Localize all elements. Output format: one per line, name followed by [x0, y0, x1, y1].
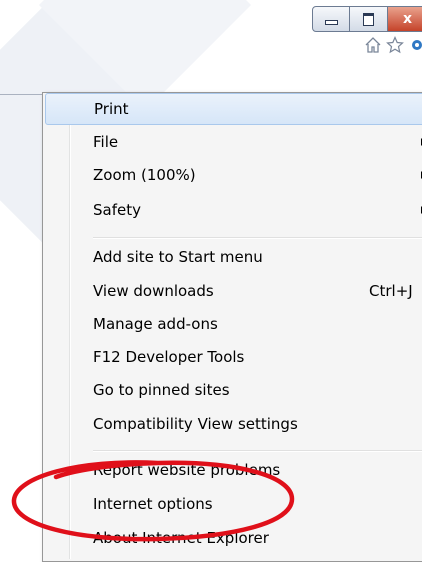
- menu-item-f12-developer-tools[interactable]: F12 Developer Tools: [45, 341, 422, 373]
- divider: [0, 94, 42, 95]
- menu-item-label: Print: [94, 100, 129, 118]
- menu-item-compatibility-view-settings[interactable]: Compatibility View settings: [45, 408, 422, 440]
- star-icon[interactable]: [386, 36, 404, 54]
- menu-item-label: View downloads: [93, 282, 214, 300]
- menu-item-add-site-to-start-menu[interactable]: Add site to Start menu: [45, 241, 422, 273]
- menu-item-label: File: [93, 133, 119, 151]
- close-icon: x: [402, 11, 413, 27]
- menu-item-safety[interactable]: Safety: [45, 194, 422, 226]
- command-bar-icons: [364, 36, 422, 54]
- maximize-icon: [363, 12, 374, 26]
- tools-menu: Print File Zoom (100%) Safety Add site t…: [42, 92, 422, 562]
- menu-item-label: Manage add-ons: [93, 315, 218, 333]
- menu-item-label: F12 Developer Tools: [93, 348, 245, 366]
- menu-item-label: Zoom (100%): [93, 166, 196, 184]
- menu-item-label: Report website problems: [93, 461, 281, 479]
- menu-item-go-to-pinned-sites[interactable]: Go to pinned sites: [45, 374, 422, 406]
- menu-item-label: Go to pinned sites: [93, 381, 230, 399]
- menu-item-report-website-problems[interactable]: Report website problems: [45, 454, 422, 486]
- menu-item-label: Add site to Start menu: [93, 248, 263, 266]
- minimize-icon: [324, 19, 338, 25]
- menu-item-internet-options[interactable]: Internet options: [45, 488, 422, 520]
- menu-item-about-internet-explorer[interactable]: About Internet Explorer: [45, 522, 422, 554]
- menu-item-manage-add-ons[interactable]: Manage add-ons: [45, 308, 422, 340]
- menu-item-label: About Internet Explorer: [93, 529, 269, 547]
- close-button[interactable]: x: [388, 6, 422, 32]
- menu-item-zoom[interactable]: Zoom (100%): [45, 159, 422, 191]
- window-controls: x: [312, 6, 422, 32]
- gear-icon[interactable]: [408, 36, 422, 54]
- minimize-button[interactable]: [312, 6, 350, 32]
- shortcut-label: Ctrl+J: [369, 282, 413, 300]
- menu-item-label: Internet options: [93, 495, 213, 513]
- maximize-button[interactable]: [350, 6, 388, 32]
- menu-item-label: Compatibility View settings: [93, 415, 298, 433]
- home-icon[interactable]: [364, 36, 382, 54]
- menu-item-label: Safety: [93, 201, 141, 219]
- menu-item-print[interactable]: Print: [45, 93, 422, 125]
- menu-separator: [93, 450, 422, 452]
- menu-separator: [93, 237, 422, 239]
- menu-item-view-downloads[interactable]: View downloads Ctrl+J: [45, 275, 422, 307]
- menu-item-file[interactable]: File: [45, 126, 422, 158]
